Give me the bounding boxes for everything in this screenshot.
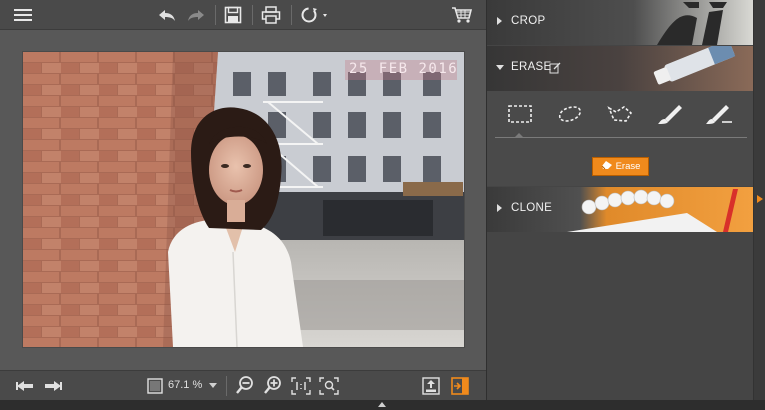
fit-image-icon[interactable] bbox=[146, 374, 164, 398]
zoom-fit-icon[interactable] bbox=[318, 374, 340, 398]
bottom-panel-handle[interactable] bbox=[0, 400, 765, 410]
erase-button-label: Erase bbox=[615, 161, 641, 172]
chevron-down-icon bbox=[496, 65, 504, 70]
status-divider bbox=[226, 376, 227, 396]
scroll-marker-icon bbox=[757, 195, 763, 203]
export-icon[interactable] bbox=[420, 374, 442, 398]
date-stamp: 25 FEB 2016 bbox=[349, 61, 459, 77]
cart-icon[interactable] bbox=[449, 3, 475, 27]
eraser-icon bbox=[601, 160, 613, 173]
print-icon[interactable] bbox=[258, 3, 284, 27]
zoom-out-icon[interactable] bbox=[233, 373, 257, 397]
hamburger-icon[interactable] bbox=[10, 3, 36, 27]
photo-image bbox=[23, 52, 464, 347]
zoom-level[interactable]: 67.1 % bbox=[168, 379, 202, 391]
active-tool-indicator bbox=[514, 133, 524, 138]
bottom-statusbar: 67.1 % bbox=[0, 370, 486, 400]
chevron-down-icon[interactable] bbox=[207, 374, 219, 398]
brush-icon[interactable] bbox=[655, 101, 685, 127]
top-toolbar bbox=[0, 0, 486, 30]
chevron-right-icon bbox=[497, 17, 502, 25]
tools-panel: CROP ERASE Erase CLONE bbox=[486, 0, 765, 400]
toolbar-divider bbox=[291, 5, 292, 25]
polygon-select-icon[interactable] bbox=[605, 101, 635, 127]
erase-label: ERASE bbox=[511, 61, 552, 73]
panel-scrollbar[interactable] bbox=[753, 0, 765, 400]
toolbar-divider bbox=[252, 5, 253, 25]
erase-button[interactable]: Erase bbox=[592, 157, 649, 176]
lasso-select-icon[interactable] bbox=[555, 101, 585, 127]
erase-panel-header[interactable]: ERASE bbox=[487, 46, 753, 91]
toolbar-divider bbox=[215, 5, 216, 25]
tool-underline bbox=[495, 137, 747, 138]
chevron-up-icon[interactable] bbox=[378, 402, 386, 407]
rect-select-icon[interactable] bbox=[505, 101, 535, 127]
app-window: 25 FEB 2016 67.1 % CROP ERASE Erase CLON… bbox=[0, 0, 765, 410]
crop-label: CROP bbox=[511, 15, 546, 27]
save-icon[interactable] bbox=[221, 3, 245, 27]
next-image-icon[interactable] bbox=[42, 374, 64, 398]
actual-size-icon[interactable] bbox=[290, 374, 312, 398]
clone-panel-header[interactable]: CLONE bbox=[487, 187, 753, 232]
previous-image-icon[interactable] bbox=[14, 374, 36, 398]
erase-tools: Erase bbox=[487, 91, 753, 186]
share-icon[interactable] bbox=[297, 3, 331, 27]
chevron-right-icon bbox=[497, 204, 502, 212]
clone-label: CLONE bbox=[511, 202, 553, 214]
photo-canvas[interactable]: 25 FEB 2016 bbox=[23, 52, 464, 347]
workspace: 25 FEB 2016 67.1 % bbox=[0, 0, 486, 410]
eraser-brush-icon[interactable] bbox=[705, 101, 735, 127]
undo-icon[interactable] bbox=[155, 3, 179, 27]
zoom-in-icon[interactable] bbox=[261, 373, 285, 397]
redo-icon[interactable] bbox=[184, 3, 208, 27]
toggle-panel-icon[interactable] bbox=[449, 374, 471, 398]
edit-icon bbox=[549, 61, 561, 79]
crop-panel-header[interactable]: CROP bbox=[487, 0, 753, 45]
